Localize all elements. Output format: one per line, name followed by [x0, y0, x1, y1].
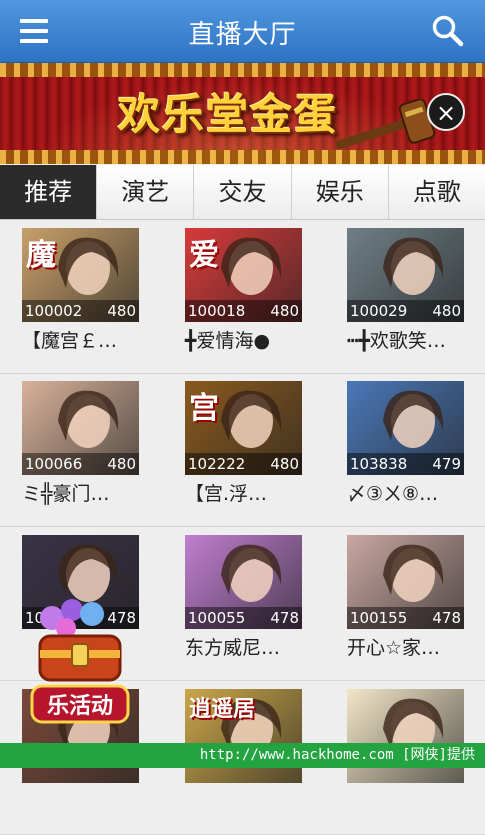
room-viewer-count: 479: [432, 455, 461, 473]
room-thumbnail: 宫 102222 480: [185, 381, 302, 475]
room-viewer-count: 480: [270, 302, 299, 320]
room-viewer-count: 480: [270, 455, 299, 473]
room-stats: 100055 478: [185, 607, 302, 629]
room-card[interactable]: 103838 479 〆③ㄨ⑧…: [347, 373, 464, 523]
room-stats: 102222 480: [185, 453, 302, 475]
room-thumbnail: 爱 100018 480: [185, 228, 302, 322]
tab-3[interactable]: 娱乐: [292, 165, 389, 219]
promo-banner[interactable]: 欢乐堂金蛋: [0, 63, 485, 164]
room-id: 100055: [188, 609, 246, 627]
room-badge: 逍遥居: [189, 696, 256, 722]
close-icon[interactable]: ×: [427, 93, 465, 131]
room-card[interactable]: 100055 478 东方威尼…: [185, 527, 302, 677]
banner-title: 欢乐堂金蛋: [118, 90, 339, 139]
room-id: 100018: [188, 302, 246, 320]
room-name: ╋爱情海●: [185, 330, 271, 352]
room-badge: 爱: [189, 238, 219, 273]
room-id: 100066: [25, 455, 83, 473]
room-stats: 100029 480: [347, 300, 464, 322]
room-viewer-count: 480: [107, 455, 136, 473]
room-name: 【宫.浮…: [185, 483, 268, 505]
tab-4[interactable]: 点歌: [389, 165, 485, 219]
room-card[interactable]: 宫 102222 480 【宫.浮…: [185, 373, 302, 523]
room-thumbnail: 100155 478: [347, 535, 464, 629]
room-name: 〆③ㄨ⑧…: [347, 483, 439, 505]
room-thumbnail: 100055 478: [185, 535, 302, 629]
banner-decoration: [0, 150, 485, 164]
room-viewer-count: 478: [270, 609, 299, 627]
banner-decoration: [0, 63, 485, 77]
host-avatar-icon: [383, 698, 444, 756]
top-bar: 直播大厅: [0, 0, 485, 63]
room-card[interactable]: 爱 100018 480 ╋爱情海●: [185, 220, 302, 370]
room-id: 100155: [350, 609, 408, 627]
room-name: 【魔宫￡…: [22, 330, 118, 352]
tab-0[interactable]: 推荐: [0, 165, 98, 219]
footer-watermark: http://www.hackhome.com [网侠]提供: [0, 743, 485, 768]
room-card[interactable]: 魔 100002 480 【魔宫￡…: [22, 220, 139, 370]
tab-2[interactable]: 交友: [194, 165, 292, 219]
room-thumbnail: 100029 480: [347, 228, 464, 322]
room-id: 103838: [350, 455, 408, 473]
room-stats: 100155 478: [347, 607, 464, 629]
room-viewer-count: 480: [432, 302, 461, 320]
room-stats: 103838 479: [347, 453, 464, 475]
room-thumbnail: 逍遥居: [185, 689, 302, 783]
room-name: 东方威尼…: [185, 637, 281, 659]
room-viewer-count: 478: [432, 609, 461, 627]
room-thumbnail: [347, 689, 464, 783]
room-stats: 100066 480: [22, 453, 139, 475]
room-badge: 魔: [26, 238, 56, 273]
search-icon[interactable]: [431, 14, 465, 48]
category-tabs: 推荐 演艺 交友 娱乐 点歌: [0, 165, 485, 220]
room-id: 100002: [25, 302, 83, 320]
activity-chest-icon[interactable]: 乐活动: [30, 598, 130, 728]
activity-label: 乐活动: [47, 694, 113, 719]
room-name: 开心☆家…: [347, 637, 441, 659]
room-name: ┅╋欢歌笑…: [347, 330, 446, 352]
room-viewer-count: 480: [107, 302, 136, 320]
room-thumbnail: 103838 479: [347, 381, 464, 475]
room-thumbnail: 100066 480: [22, 381, 139, 475]
room-id: 102222: [188, 455, 246, 473]
room-stats: 100018 480: [185, 300, 302, 322]
room-stats: 100002 480: [22, 300, 139, 322]
page-title: 直播大厅: [188, 20, 297, 50]
room-thumbnail: 魔 100002 480: [22, 228, 139, 322]
room-card[interactable]: 100155 478 开心☆家…: [347, 527, 464, 677]
room-id: 100029: [350, 302, 408, 320]
room-name: ミ╬豪门…: [22, 483, 110, 505]
room-badge: 宫: [189, 391, 219, 426]
tab-1[interactable]: 演艺: [97, 165, 195, 219]
room-card[interactable]: 100029 480 ┅╋欢歌笑…: [347, 220, 464, 370]
room-card[interactable]: 100066 480 ミ╬豪门…: [22, 373, 139, 523]
